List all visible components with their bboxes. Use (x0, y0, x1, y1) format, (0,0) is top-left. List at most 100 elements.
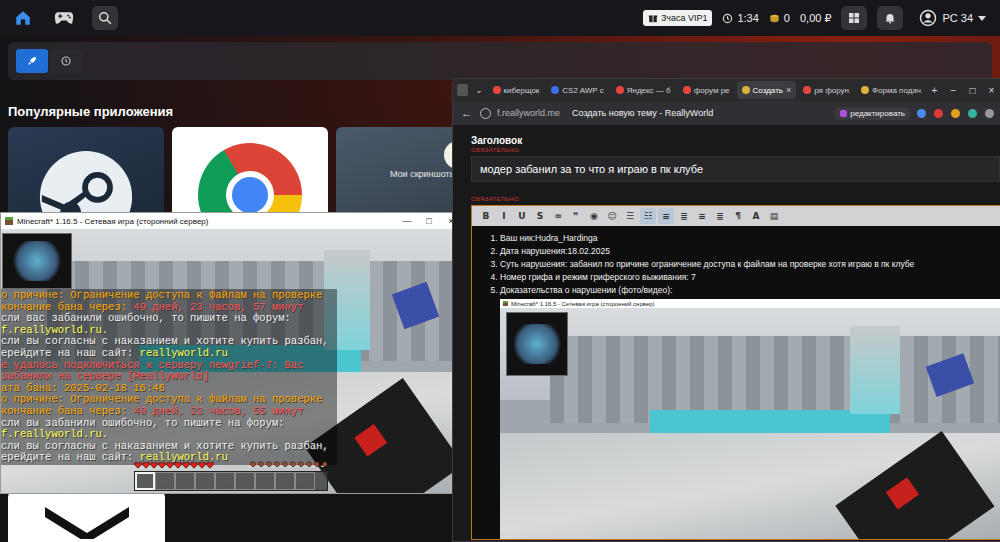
tabs-menu-button[interactable]: ⌄ (472, 85, 485, 95)
search-button[interactable] (92, 6, 118, 30)
chat-line: f.reallyworld.ru. (1, 325, 337, 337)
heart-icon (142, 461, 150, 469)
tab[interactable]: Яндекс — б (611, 81, 676, 99)
toolbar-button[interactable]: ≣ (676, 208, 692, 224)
chevron-logo-icon (37, 499, 137, 539)
gamepad-icon (54, 10, 74, 26)
history-toggle[interactable] (50, 49, 82, 73)
toolbar-button[interactable]: A (748, 208, 764, 224)
window-control[interactable]: − (945, 81, 962, 99)
hotbar-slot[interactable] (155, 472, 175, 490)
chat-line: сли вы забанили ошибочно, то пишите на ф… (1, 418, 337, 430)
tower (850, 326, 900, 414)
chat-line: ерейдите на наш сайт: reallyworld.ru (1, 348, 337, 360)
hotbar-slot[interactable] (135, 472, 155, 490)
apps-button[interactable] (841, 6, 867, 30)
site-info-icon[interactable] (480, 108, 491, 119)
heart-icon (174, 461, 182, 469)
tab[interactable]: ря форун (798, 81, 854, 99)
favicon-icon (616, 86, 624, 94)
heart-icon (182, 461, 190, 469)
hotbar (134, 471, 328, 491)
hotbar-slot[interactable] (175, 472, 195, 490)
list-item: Суть нарушения: забанил по причине огран… (500, 258, 1000, 271)
rocket-toggle[interactable] (16, 49, 48, 73)
new-tab-button[interactable]: + (928, 84, 941, 96)
hotbar-slot[interactable] (215, 472, 235, 490)
coins: 0 (769, 12, 790, 24)
extension-icon[interactable] (968, 109, 977, 118)
app-label: Мои скриншоты (390, 169, 456, 179)
notifications-button[interactable] (877, 6, 903, 30)
toolbar-button[interactable]: ¶ (730, 208, 746, 224)
extension-icon[interactable] (934, 109, 943, 118)
extension-icon[interactable] (917, 109, 926, 118)
caret-icon (978, 16, 986, 21)
food-icon (296, 461, 304, 469)
chat-line: f.reallyworld.ru. (1, 429, 337, 441)
chat-line: сли вас забанили ошибочно, то пишите на … (1, 313, 337, 325)
gamepad-button[interactable] (50, 6, 78, 30)
user-menu[interactable]: PC 34 (919, 9, 986, 27)
toolbar-button[interactable]: ≣ (712, 208, 728, 224)
toolbar-button[interactable]: U (514, 208, 530, 224)
hotbar-slot[interactable] (255, 472, 275, 490)
address-bar[interactable]: f.reallyworld.me Создать новую тему - Re… (497, 108, 828, 118)
home-button[interactable] (10, 5, 36, 31)
extension-icon[interactable] (951, 109, 960, 118)
tab[interactable]: CS2 AWP с (546, 81, 608, 99)
gift-icon (648, 13, 658, 23)
minecraft-icon (5, 217, 13, 225)
hotbar-slot[interactable] (275, 472, 295, 490)
tab[interactable]: Форма подач (856, 81, 926, 99)
heart-icon (198, 461, 206, 469)
tab[interactable]: форум ре (678, 81, 735, 99)
extensions (917, 109, 994, 118)
toolbar-button[interactable]: ❞ (568, 208, 584, 224)
window-control[interactable]: × (983, 81, 1000, 99)
favicon-icon (493, 86, 501, 94)
hotbar-slot[interactable] (195, 472, 215, 490)
toolbar-button[interactable]: ≡ (658, 208, 674, 224)
window-title: Minecraft* 1.16.5 - Сетевая игра (сторон… (17, 217, 208, 226)
bell-icon (884, 12, 896, 24)
hotbar-slot[interactable] (235, 472, 255, 490)
app-card[interactable] (8, 491, 165, 542)
chat-line: о причине: Ограничение доступа к файлам … (1, 394, 337, 406)
window-control[interactable]: — (396, 214, 418, 228)
balance: 0,00 ₽ (800, 12, 831, 25)
favicon-icon (803, 86, 811, 94)
minecraft-window: Minecraft* 1.16.5 - Сетевая игра (сторон… (0, 212, 463, 494)
title-bar: Minecraft* 1.16.5 - Сетевая игра (сторон… (500, 299, 1000, 308)
edit-extension[interactable]: редактировать (834, 107, 911, 120)
toolbar-button[interactable]: ≡ (694, 208, 710, 224)
favicon-icon (861, 86, 869, 94)
time: 1:34 (722, 12, 758, 24)
toolbar-button[interactable]: ◉ (586, 208, 602, 224)
window-control[interactable]: □ (418, 214, 440, 228)
toolbar-button[interactable]: ☰ (622, 208, 638, 224)
toolbar-button[interactable]: ∞ (550, 208, 566, 224)
editor-body[interactable]: Ваш ник:Hudra_HardingaДата нарушения:18.… (472, 226, 1000, 539)
toolbar-button[interactable]: B (478, 208, 494, 224)
heart-icon (206, 461, 214, 469)
chat-line: сли вы согласны с наказанием и хотите ку… (1, 441, 337, 453)
hotbar-slot[interactable] (295, 472, 315, 490)
window-control[interactable]: □ (964, 81, 981, 99)
close-tab-button[interactable]: × (786, 85, 791, 95)
title-bar: Minecraft* 1.16.5 - Сетевая игра (сторон… (1, 213, 462, 229)
back-button[interactable]: ← (459, 107, 474, 119)
toolbar-button[interactable]: S (532, 208, 548, 224)
toolbar-button[interactable]: ▤ (766, 208, 782, 224)
toolbar-button[interactable]: ☷ (640, 208, 656, 224)
tab[interactable]: Создать × (737, 81, 797, 99)
toolbar-button[interactable]: ☺ (604, 208, 620, 224)
title-input[interactable]: модер забанил за то что я играю в пк клу… (471, 156, 1000, 182)
extension-icon[interactable] (985, 109, 994, 118)
toolbar-button[interactable]: I (496, 208, 512, 224)
food-icon (256, 461, 264, 469)
list-item: Доказательства о нарушении (фото/видео): (500, 284, 1000, 297)
minimap (506, 312, 568, 376)
tab[interactable]: киберщок (488, 81, 545, 99)
vip-badge[interactable]: 3часа VIP1 (643, 10, 712, 26)
